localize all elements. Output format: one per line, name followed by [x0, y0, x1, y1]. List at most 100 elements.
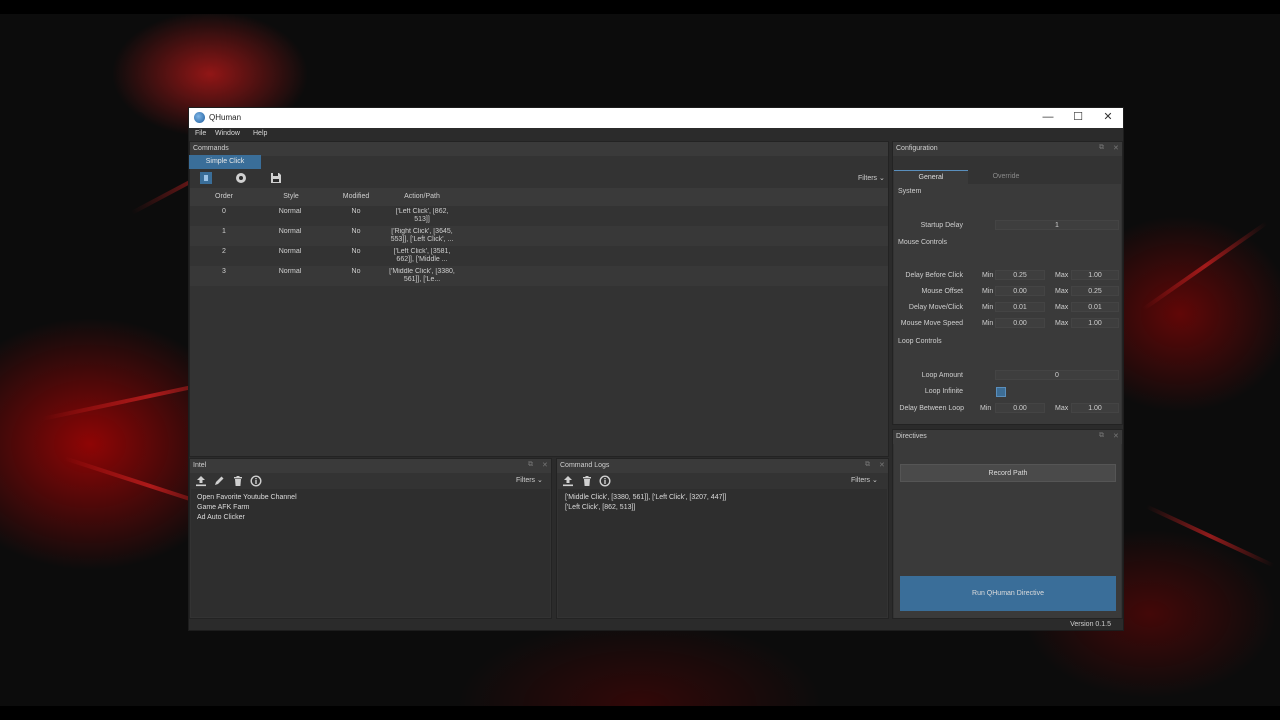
- undock-icon[interactable]: ⧉: [1099, 432, 1104, 440]
- mouse-controls-label: Mouse Controls: [898, 239, 948, 246]
- min-label: Min: [982, 320, 994, 327]
- undock-icon[interactable]: ⧉: [865, 461, 870, 469]
- upload-icon[interactable]: [562, 475, 574, 487]
- list-item[interactable]: Open Favorite Youtube Channel: [197, 493, 297, 503]
- undock-icon[interactable]: ⧉: [528, 461, 533, 469]
- min-label: Min: [982, 288, 994, 295]
- table-row[interactable]: 1 Normal No ['Right Click', [3645, 553]]…: [190, 226, 888, 246]
- cell-modified: No: [351, 208, 361, 215]
- intel-panel-title: Intel: [190, 459, 551, 473]
- run-directive-button[interactable]: Run QHuman Directive: [900, 576, 1116, 611]
- delay-move-click-min[interactable]: 0.01: [995, 302, 1045, 312]
- min-label: Min: [980, 405, 992, 412]
- save-icon[interactable]: [270, 172, 282, 184]
- intel-filters[interactable]: Filters ⌄: [516, 476, 543, 484]
- commands-filters[interactable]: Filters ⌄: [858, 174, 885, 182]
- list-item[interactable]: Game AFK Farm: [197, 503, 297, 513]
- maximize-button[interactable]: ☐: [1063, 108, 1093, 128]
- configuration-panel-title: Configuration: [893, 142, 1122, 156]
- tab-override[interactable]: Override: [969, 170, 1043, 184]
- max-label: Max: [1055, 304, 1069, 311]
- cell-action: ['Right Click', [3645, 553]], ['Left Cli…: [390, 228, 454, 243]
- play-icon[interactable]: [200, 172, 212, 184]
- command-logs-filters-label: Filters: [851, 477, 871, 484]
- tab-general[interactable]: General: [894, 170, 968, 184]
- mouse-move-speed-min[interactable]: 0.00: [995, 318, 1045, 328]
- cell-order: 2: [222, 248, 226, 255]
- record-icon[interactable]: [235, 172, 247, 184]
- cell-style: Normal: [278, 208, 302, 215]
- info-icon[interactable]: [599, 475, 611, 487]
- mouse-offset-max[interactable]: 0.25: [1071, 286, 1119, 296]
- startup-delay-input[interactable]: 1: [995, 220, 1119, 230]
- delay-between-loop-max[interactable]: 1.00: [1071, 403, 1119, 413]
- delay-between-loop-label: Delay Between Loop: [899, 405, 964, 412]
- delay-between-loop-min[interactable]: 0.00: [995, 403, 1045, 413]
- list-item[interactable]: Ad Auto Clicker: [197, 513, 297, 523]
- cell-action: ['Left Click', [3581, 662]], ['Middle ..…: [393, 248, 451, 263]
- intel-filters-label: Filters: [516, 477, 536, 484]
- info-icon[interactable]: [250, 475, 262, 487]
- title-bar: QHuman — ☐ ✕: [189, 108, 1123, 128]
- menu-window[interactable]: Window: [215, 130, 240, 137]
- delay-before-click-min[interactable]: 0.25: [995, 270, 1045, 280]
- min-label: Min: [982, 304, 994, 311]
- command-logs-filters[interactable]: Filters ⌄: [851, 476, 878, 484]
- cell-modified: No: [351, 228, 361, 235]
- cell-style: Normal: [278, 268, 302, 275]
- record-path-button[interactable]: Record Path: [900, 464, 1116, 482]
- cell-order: 3: [222, 268, 226, 275]
- commands-table-header: Order Style Modified Action/Path: [190, 188, 888, 206]
- col-style[interactable]: Style: [276, 193, 306, 200]
- close-icon[interactable]: ✕: [879, 461, 885, 469]
- delay-before-click-max[interactable]: 1.00: [1071, 270, 1119, 280]
- col-modified[interactable]: Modified: [338, 193, 374, 200]
- window-title: QHuman: [209, 113, 242, 122]
- close-icon[interactable]: ✕: [542, 461, 548, 469]
- delay-move-click-label: Delay Move/Click: [908, 304, 963, 311]
- loop-amount-input[interactable]: 0: [995, 370, 1119, 380]
- loop-infinite-checkbox[interactable]: [996, 387, 1006, 397]
- undock-icon[interactable]: ⧉: [1099, 144, 1104, 152]
- system-label: System: [898, 188, 922, 195]
- command-logs-panel-title: Command Logs: [557, 459, 888, 473]
- command-logs-list-items: ['Middle Click', [3380, 561]], ['Left Cl…: [565, 493, 726, 513]
- mouse-offset-min[interactable]: 0.00: [995, 286, 1045, 296]
- startup-delay-label: Startup Delay: [920, 222, 963, 229]
- loop-infinite-label: Loop Infinite: [924, 388, 963, 395]
- version-label: Version 0.1.5: [1070, 621, 1111, 628]
- trash-icon[interactable]: [581, 475, 593, 487]
- trash-icon[interactable]: [232, 475, 244, 487]
- edit-icon[interactable]: [213, 475, 225, 487]
- menu-help[interactable]: Help: [253, 130, 267, 137]
- minimize-button[interactable]: —: [1033, 108, 1063, 128]
- letterbox-top: [0, 0, 1280, 14]
- cell-order: 0: [222, 208, 226, 215]
- status-bar: Version 0.1.5: [189, 620, 1123, 630]
- list-item[interactable]: ['Middle Click', [3380, 561]], ['Left Cl…: [565, 493, 726, 503]
- tab-simple-click[interactable]: Simple Click: [189, 155, 261, 169]
- col-order[interactable]: Order: [212, 193, 236, 200]
- min-label: Min: [982, 272, 994, 279]
- menu-bar: File Window Help: [189, 128, 1123, 141]
- delay-move-click-max[interactable]: 0.01: [1071, 302, 1119, 312]
- close-button[interactable]: ✕: [1093, 108, 1123, 128]
- app-logo-icon: [194, 112, 205, 123]
- col-action[interactable]: Action/Path: [400, 193, 444, 200]
- max-label: Max: [1055, 288, 1069, 295]
- max-label: Max: [1055, 272, 1069, 279]
- menu-file[interactable]: File: [195, 130, 206, 137]
- upload-icon[interactable]: [195, 475, 207, 487]
- close-icon[interactable]: ✕: [1113, 432, 1119, 440]
- commands-filters-label: Filters: [858, 175, 878, 182]
- directives-panel-title: Directives: [893, 430, 1122, 444]
- table-row[interactable]: 2 Normal No ['Left Click', [3581, 662]],…: [190, 246, 888, 266]
- max-label: Max: [1055, 405, 1069, 412]
- loop-controls-label: Loop Controls: [898, 338, 942, 345]
- mouse-move-speed-max[interactable]: 1.00: [1071, 318, 1119, 328]
- table-row[interactable]: 0 Normal No ['Left Click', [862, 513]]: [190, 206, 888, 226]
- close-icon[interactable]: ✕: [1113, 144, 1119, 152]
- list-item[interactable]: ['Left Click', [862, 513]]: [565, 503, 726, 513]
- commands-panel-title: Commands: [190, 142, 888, 156]
- table-row[interactable]: 3 Normal No ['Middle Click', [3380, 561]…: [190, 266, 888, 286]
